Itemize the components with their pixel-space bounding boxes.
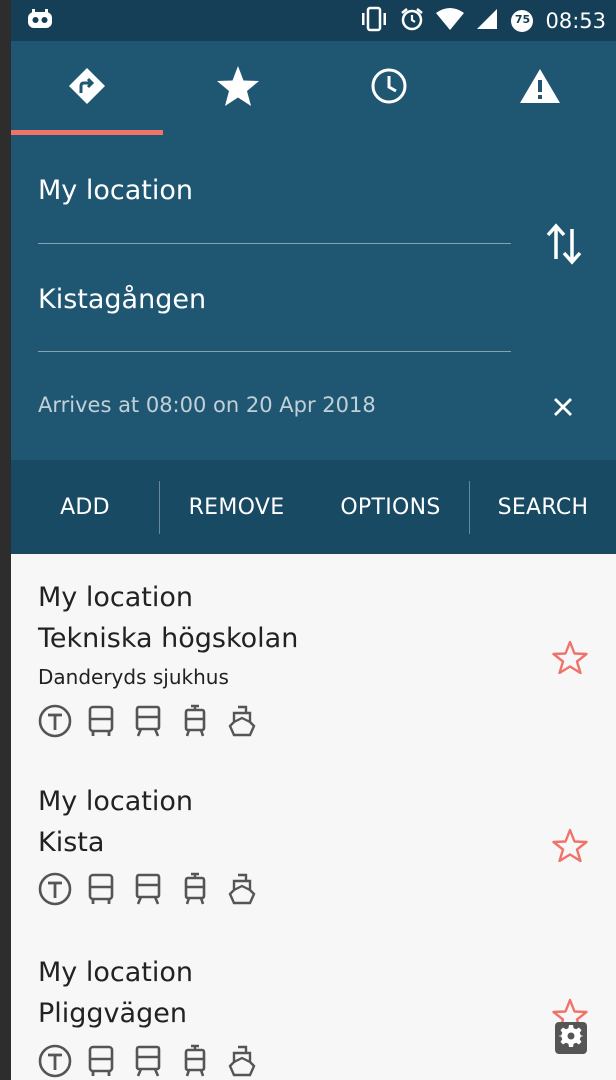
remove-button[interactable]: REMOVE <box>160 460 313 554</box>
tab-deviations[interactable] <box>464 41 615 135</box>
warning-icon <box>519 68 561 108</box>
vibrate-icon <box>359 6 389 36</box>
search-button[interactable]: SEARCH <box>470 460 616 554</box>
ferry-icon <box>224 1044 260 1080</box>
bus-icon <box>83 872 119 910</box>
bus-icon <box>83 1044 119 1080</box>
trip-row[interactable]: My location Tekniska högskolan Danderyds… <box>11 554 616 754</box>
battery-icon: 75 <box>509 8 535 34</box>
trip-destination: Kista <box>38 827 105 858</box>
trip-destination: Tekniska högskolan <box>38 623 299 654</box>
from-input-text: My location <box>38 175 193 206</box>
tab-directions[interactable] <box>11 41 162 135</box>
star-icon <box>216 65 260 111</box>
metro-icon <box>38 1044 72 1080</box>
clear-time-button[interactable] <box>549 393 577 425</box>
tram-icon <box>177 872 213 910</box>
swap-locations-button[interactable] <box>544 221 584 271</box>
trip-origin: My location <box>38 582 193 613</box>
tab-bar <box>11 41 616 135</box>
cyanogen-icon <box>27 8 53 34</box>
swap-arrows-icon <box>544 223 584 271</box>
ferry-icon <box>224 704 260 742</box>
from-field[interactable]: My location <box>38 169 511 245</box>
trip-destination: Pliggvägen <box>38 998 187 1029</box>
wifi-icon <box>435 7 465 35</box>
action-bar: ADD REMOVE OPTIONS SEARCH <box>11 460 616 554</box>
add-button[interactable]: ADD <box>11 460 159 554</box>
status-bar: 75 08:53 <box>11 0 616 41</box>
directions-icon <box>67 66 107 110</box>
tab-history[interactable] <box>313 41 464 135</box>
signal-icon <box>475 7 499 35</box>
trip-origin: My location <box>38 957 193 988</box>
left-edge <box>0 0 11 1080</box>
settings-button[interactable] <box>555 1022 587 1054</box>
train-icon <box>130 1044 166 1080</box>
app-window: 75 08:53 My location Kistagången Arrives… <box>11 0 616 1080</box>
alarm-icon <box>399 6 425 36</box>
metro-icon <box>38 704 72 742</box>
favorite-star-icon[interactable] <box>552 640 588 678</box>
clock-time: 08:53 <box>545 9 606 33</box>
arrival-time-info[interactable]: Arrives at 08:00 on 20 Apr 2018 <box>38 393 376 417</box>
metro-icon <box>38 872 72 910</box>
train-icon <box>130 872 166 910</box>
favorite-star-icon[interactable] <box>552 828 588 866</box>
from-underline <box>38 243 511 244</box>
selected-tab-indicator <box>11 130 163 135</box>
to-underline <box>38 351 511 352</box>
trip-via: Danderyds sjukhus <box>38 665 229 689</box>
train-icon <box>130 704 166 742</box>
ferry-icon <box>224 872 260 910</box>
bus-icon <box>83 704 119 742</box>
gear-icon <box>558 1024 584 1052</box>
trip-list: My location Tekniska högskolan Danderyds… <box>11 554 616 1080</box>
clock-icon <box>370 67 408 109</box>
tram-icon <box>177 704 213 742</box>
trip-row[interactable]: My location Kista <box>11 760 616 930</box>
close-icon <box>549 398 577 425</box>
trip-origin: My location <box>38 786 193 817</box>
to-field[interactable]: Kistagången <box>38 278 511 354</box>
trip-row[interactable]: My location Pliggvägen <box>11 931 616 1080</box>
tab-favorites[interactable] <box>162 41 313 135</box>
options-button[interactable]: OPTIONS <box>313 460 468 554</box>
tram-icon <box>177 1044 213 1080</box>
to-input-text: Kistagången <box>38 284 207 315</box>
trip-planner-header: My location Kistagången Arrives at 08:00… <box>11 41 616 460</box>
